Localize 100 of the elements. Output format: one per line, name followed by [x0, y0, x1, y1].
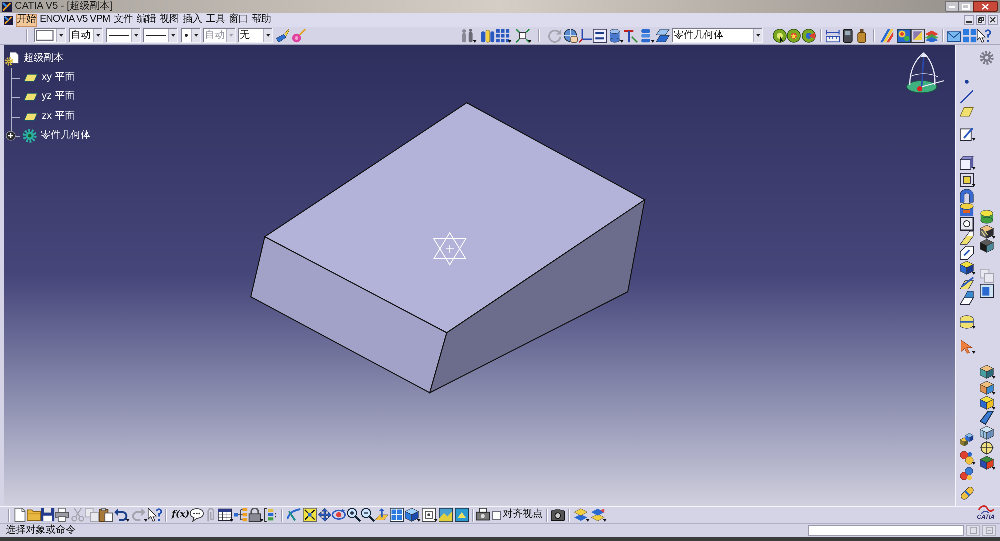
cylinder-icon[interactable]: [608, 28, 622, 42]
shadow-cube-icon[interactable]: [980, 239, 994, 253]
layered-sheets-icon[interactable]: [925, 28, 939, 42]
new-document-icon[interactable]: [13, 508, 27, 522]
zoom-in-icon[interactable]: [346, 508, 361, 522]
flyout-caret-icon[interactable]: [972, 272, 976, 275]
plane-icon[interactable]: [960, 105, 974, 119]
folder-icon[interactable]: [27, 508, 41, 522]
swatch-dropdown[interactable]: [34, 28, 66, 43]
point-icon[interactable]: [965, 80, 969, 84]
shaded-picture-icon[interactable]: [438, 508, 453, 522]
flyout-caret-icon[interactable]: [528, 40, 532, 42]
envelope-icon[interactable]: [947, 28, 961, 42]
line-style-dropdown[interactable]: [106, 28, 141, 43]
plane-stack-icon[interactable]: [656, 28, 670, 42]
ruler-icon[interactable]: [826, 28, 840, 42]
menu-item[interactable]: 开始: [16, 14, 37, 26]
close-button[interactable]: [973, 1, 998, 12]
axis-corner-icon[interactable]: [579, 28, 593, 42]
tree-item[interactable]: 零件几何体: [41, 131, 91, 142]
four-views-icon[interactable]: [390, 508, 404, 522]
menu-item[interactable]: 文件: [113, 14, 134, 26]
paint-brush-icon[interactable]: [276, 28, 290, 42]
point-style-dropdown[interactable]: [181, 28, 201, 43]
zoom-out-icon[interactable]: [360, 508, 375, 522]
normal-view-icon[interactable]: [374, 508, 389, 522]
flyout-caret-icon[interactable]: [992, 467, 996, 470]
menu-item[interactable]: 帮助: [251, 14, 272, 26]
dot-grid-icon[interactable]: [496, 28, 510, 42]
axis-tee-icon[interactable]: [624, 28, 638, 42]
disc-wedge-icon[interactable]: [802, 28, 816, 42]
extruded-block-icon[interactable]: [960, 156, 974, 170]
tree-graph-icon[interactable]: [234, 508, 248, 522]
framed-block-icon[interactable]: [960, 173, 974, 187]
tree-item[interactable]: xy 平面: [42, 72, 75, 83]
layers-icon[interactable]: [574, 508, 588, 522]
arch-icon[interactable]: [960, 189, 974, 203]
part-body-dropdown[interactable]: 零件几何体: [672, 28, 763, 43]
gear-icon[interactable]: [980, 51, 994, 65]
rounded-slab-icon[interactable]: [960, 315, 974, 329]
bracket-list-icon[interactable]: [264, 508, 278, 522]
swap-space-icon[interactable]: [454, 508, 469, 522]
table-icon[interactable]: [218, 508, 232, 522]
colored-figures-icon[interactable]: [481, 28, 495, 42]
expand-plus-icon[interactable]: [6, 131, 16, 142]
dropdown[interactable]: 自动: [69, 28, 103, 43]
cylinder-cap-icon[interactable]: [960, 203, 974, 217]
iso-cube-icon[interactable]: [404, 508, 419, 522]
capsule-icon[interactable]: [960, 486, 974, 500]
flyout-caret-icon[interactable]: [972, 167, 976, 170]
undo-arrow-icon[interactable]: [114, 508, 128, 522]
menu-item[interactable]: 工具: [205, 14, 226, 26]
wedge-icon[interactable]: [960, 231, 974, 245]
line-icon[interactable]: [960, 90, 974, 104]
slotted-block-icon[interactable]: [960, 246, 974, 260]
sketch-pencil-icon[interactable]: [960, 127, 974, 141]
formula-button[interactable]: f(x): [172, 508, 190, 522]
tree-root-item[interactable]: 超级副本: [24, 54, 64, 64]
flyout-caret-icon[interactable]: [992, 236, 996, 239]
pointer-arrow-icon[interactable]: [960, 340, 974, 354]
maximize-button[interactable]: [959, 1, 973, 12]
shaded-panel-icon[interactable]: [911, 28, 925, 42]
camera-icon[interactable]: [550, 508, 565, 522]
mdi-close-button[interactable]: [988, 15, 998, 25]
framed-panel-icon[interactable]: [980, 284, 994, 298]
flyout-caret-icon[interactable]: [651, 40, 655, 42]
app-logo-icon[interactable]: [4, 16, 13, 24]
block-pair-icon[interactable]: [960, 433, 974, 447]
loft-icon[interactable]: [960, 277, 974, 291]
flyout-caret-icon[interactable]: [992, 376, 996, 379]
flyout-caret-icon[interactable]: [992, 407, 996, 410]
bottle-icon[interactable]: [855, 28, 869, 42]
speech-bubble-icon[interactable]: [190, 508, 204, 522]
shaded-cube-icon[interactable]: [980, 456, 994, 470]
tree-item[interactable]: zx 平面: [42, 112, 75, 122]
padlock-icon[interactable]: [248, 508, 262, 522]
flyout-caret-icon[interactable]: [508, 40, 512, 42]
flyout-caret-icon[interactable]: [972, 138, 976, 141]
flyout-caret-icon[interactable]: [972, 351, 976, 354]
cylinder-icon[interactable]: [980, 210, 994, 224]
handset-icon[interactable]: [841, 28, 855, 42]
fly-path-icon[interactable]: [286, 508, 301, 522]
flyout-caret-icon[interactable]: [972, 326, 976, 329]
heat-map-icon[interactable]: [897, 28, 911, 42]
flyout-caret-icon[interactable]: [992, 392, 996, 395]
open-box-icon[interactable]: [980, 381, 994, 395]
tree-item[interactable]: yz 平面: [42, 92, 75, 102]
cube-icon[interactable]: [960, 261, 974, 275]
box-solid-drawing[interactable]: [250, 102, 646, 394]
checkbox[interactable]: [492, 510, 501, 520]
command-input-field[interactable]: [808, 525, 964, 536]
minimize-button[interactable]: [945, 1, 959, 12]
disc-cursor-icon[interactable]: [773, 28, 787, 42]
flyout-caret-icon[interactable]: [473, 40, 477, 42]
figures-icon[interactable]: [461, 28, 475, 42]
slanted-slab-icon[interactable]: [980, 411, 994, 425]
paint-stripes-icon[interactable]: [880, 28, 894, 42]
menu-item[interactable]: 视图: [159, 14, 180, 26]
help-cursor-icon[interactable]: [977, 28, 991, 42]
readout-lines-icon[interactable]: [593, 28, 607, 42]
